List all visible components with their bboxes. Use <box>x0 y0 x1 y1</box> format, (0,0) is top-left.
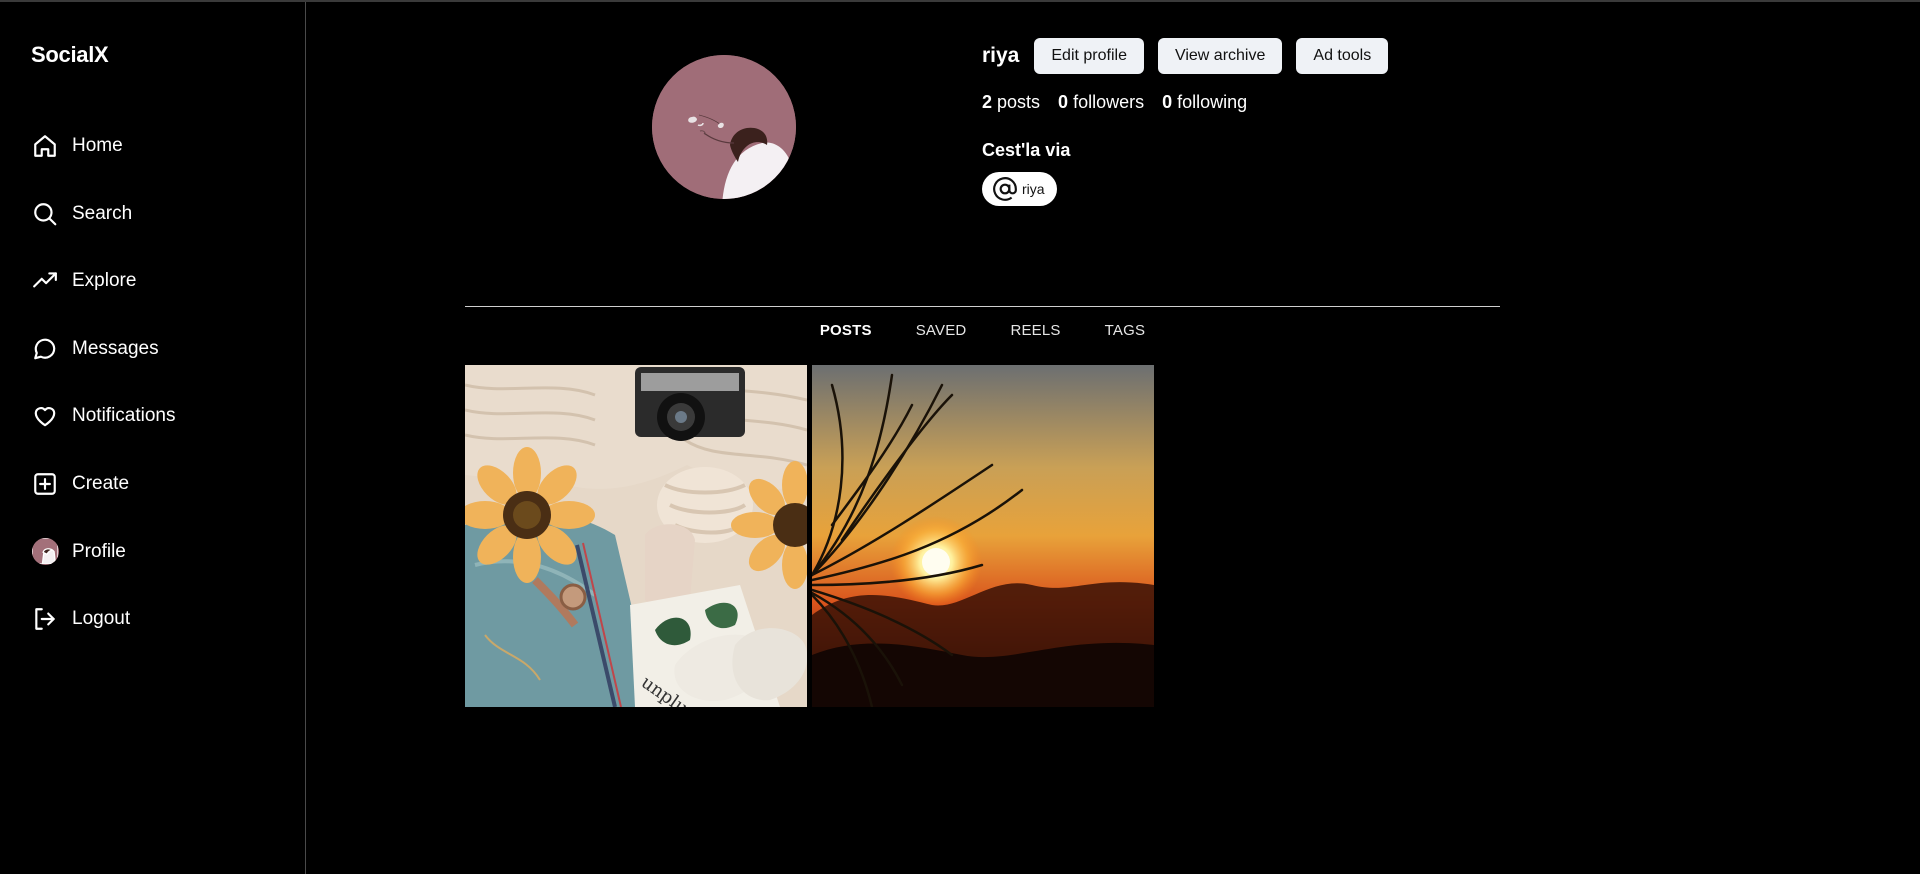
sidebar-nav: Home Search Explore Messages Notificatio… <box>31 126 271 667</box>
avatar <box>31 538 59 566</box>
posts-count: 2 <box>982 92 993 112</box>
followers-count: 0 <box>1058 92 1069 112</box>
logout-icon <box>31 605 59 633</box>
profile-header: riya Edit profile View archive Ad tools … <box>982 38 1402 207</box>
sidebar-item-explore[interactable]: Explore <box>31 261 271 301</box>
profile-actions-row: riya Edit profile View archive Ad tools <box>982 38 1402 74</box>
plus-square-icon <box>31 470 59 498</box>
sidebar-item-notifications[interactable]: Notifications <box>31 396 271 436</box>
sidebar: SocialX Home Search Explore Messages Not… <box>0 2 306 874</box>
post-thumbnail-sunflowers[interactable]: unplug <box>465 365 807 707</box>
posts-label: posts <box>997 92 1041 112</box>
brand-logo[interactable]: SocialX <box>31 42 109 68</box>
view-archive-button[interactable]: View archive <box>1157 38 1283 74</box>
profile-stats: 2 posts 0 followers 0 following <box>982 92 1402 113</box>
ad-tools-button[interactable]: Ad tools <box>1296 38 1389 74</box>
profile-tabs: POSTS SAVED REELS TAGS <box>465 322 1500 339</box>
edit-profile-button[interactable]: Edit profile <box>1034 38 1144 74</box>
sunset-palm-image <box>812 365 1154 707</box>
tab-tags[interactable]: TAGS <box>1105 322 1146 339</box>
sidebar-item-label: Profile <box>72 540 126 562</box>
posts-stat: 2 posts <box>982 92 1040 113</box>
profile-avatar[interactable] <box>652 55 796 199</box>
tab-saved[interactable]: SAVED <box>916 322 967 339</box>
tabs-divider <box>465 306 1500 307</box>
sidebar-item-label: Logout <box>72 608 131 630</box>
sidebar-item-label: Notifications <box>72 405 176 427</box>
message-icon <box>31 335 59 363</box>
following-stat[interactable]: 0 following <box>1162 92 1247 113</box>
sidebar-item-home[interactable]: Home <box>31 126 271 166</box>
tab-posts[interactable]: POSTS <box>820 322 872 339</box>
followers-label: followers <box>1073 92 1145 112</box>
sidebar-item-logout[interactable]: Logout <box>31 599 271 639</box>
following-count: 0 <box>1162 92 1173 112</box>
heart-icon <box>31 402 59 430</box>
trending-icon <box>31 267 59 295</box>
sidebar-item-create[interactable]: Create <box>31 464 271 504</box>
posts-grid: unplug <box>465 365 1159 707</box>
post-thumbnail-sunset[interactable] <box>812 365 1154 707</box>
home-icon <box>31 132 59 160</box>
sidebar-item-label: Explore <box>72 270 137 292</box>
followers-stat[interactable]: 0 followers <box>1058 92 1144 113</box>
sidebar-item-label: Home <box>72 135 123 156</box>
sidebar-item-messages[interactable]: Messages <box>31 329 271 369</box>
sidebar-item-label: Search <box>72 202 133 224</box>
sidebar-item-label: Messages <box>72 337 159 359</box>
avatar-container <box>31 538 59 566</box>
sidebar-item-label: Create <box>72 472 130 494</box>
search-icon <box>31 200 59 228</box>
following-label: following <box>1177 92 1248 112</box>
sunflowers-camera-image: unplug <box>465 365 807 707</box>
handle-text: riya <box>1022 181 1045 197</box>
profile-bio: Cest'la via <box>982 140 1071 160</box>
threads-handle-badge[interactable]: riya <box>982 172 1057 206</box>
profile-username: riya <box>982 44 1020 67</box>
sidebar-item-search[interactable]: Search <box>31 194 271 234</box>
tab-reels[interactable]: REELS <box>1010 322 1060 339</box>
at-sign-icon <box>993 177 1017 201</box>
sidebar-item-profile[interactable]: Profile <box>31 532 271 572</box>
